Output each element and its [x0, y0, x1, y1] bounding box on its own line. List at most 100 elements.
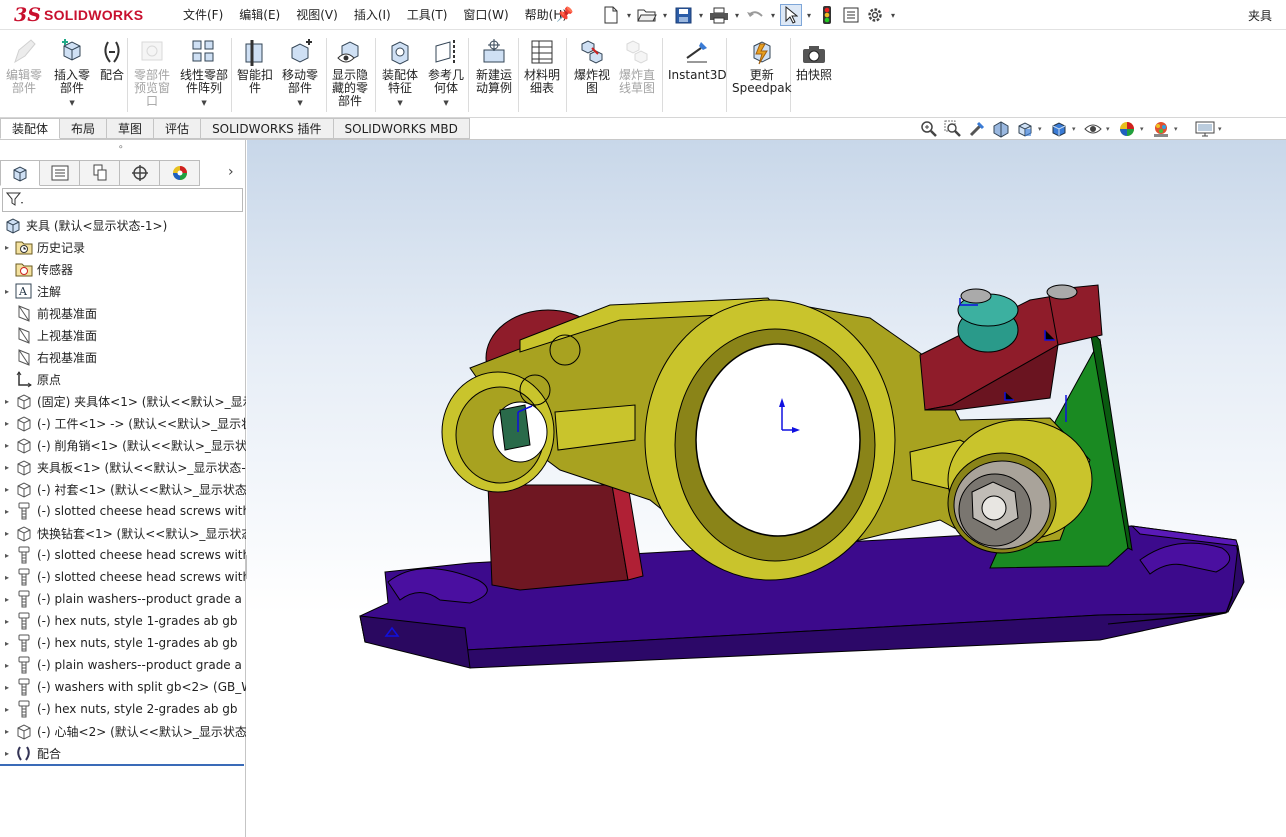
- tree-item[interactable]: ▸ 历史记录: [0, 236, 246, 258]
- expand-arrow-icon[interactable]: ▸: [0, 595, 14, 604]
- expand-arrow-icon[interactable]: ▸: [0, 485, 14, 494]
- menu-item[interactable]: 视图(V): [288, 6, 346, 23]
- move-component-button[interactable]: 移动零 部件 ▼: [282, 36, 318, 110]
- select-cursor-icon[interactable]: [780, 4, 802, 26]
- print-dropdown-icon[interactable]: ▾: [732, 11, 742, 20]
- linear-pattern-button[interactable]: 线性零部 件阵列 ▼: [180, 36, 228, 110]
- previous-view-icon[interactable]: [966, 119, 988, 139]
- tree-root-assembly[interactable]: 夹具 (默认<显示状态-1>): [0, 214, 246, 236]
- motion-study-button[interactable]: 新建运 动算例: [476, 36, 512, 95]
- expand-arrow-icon[interactable]: ▸: [0, 551, 14, 560]
- tab-1[interactable]: 布局: [60, 118, 108, 139]
- rebuild-traffic-light-icon[interactable]: [816, 4, 838, 26]
- explode-line-button[interactable]: 爆炸直 线草图: [619, 36, 655, 95]
- ribbon-dropdown-arrow-icon[interactable]: ▼: [54, 97, 90, 110]
- view-settings-dropdown-icon[interactable]: ▾: [1218, 125, 1226, 133]
- menu-item[interactable]: 工具(T): [399, 6, 456, 23]
- tree-item[interactable]: ▸ (-) 削角销<1> (默认<<默认>_显示状态: [0, 434, 246, 456]
- hide-show-dropdown-icon[interactable]: ▾: [1106, 125, 1114, 133]
- undo-dropdown-icon[interactable]: ▾: [768, 11, 778, 20]
- save-icon[interactable]: [672, 4, 694, 26]
- tree-item[interactable]: 上视基准面: [0, 324, 246, 346]
- ribbon-dropdown-arrow-icon[interactable]: ▼: [428, 97, 464, 110]
- graphics-area[interactable]: [247, 140, 1286, 837]
- tree-item[interactable]: ▸ (-) slotted cheese head screws with: [0, 544, 246, 566]
- expand-arrow-icon[interactable]: ▸: [0, 639, 14, 648]
- view-orientation-icon[interactable]: [1014, 119, 1036, 139]
- expand-arrow-icon[interactable]: ▸: [0, 705, 14, 714]
- expand-arrow-icon[interactable]: ▸: [0, 441, 14, 450]
- speedpak-button[interactable]: 更新 Speedpak: [732, 36, 792, 95]
- preview-window-button[interactable]: 零部件 预览窗口: [134, 36, 170, 108]
- ribbon-dropdown-arrow-icon[interactable]: ▼: [180, 97, 228, 110]
- expand-arrow-icon[interactable]: ▸: [0, 749, 14, 758]
- display-manager-tab-icon[interactable]: [160, 160, 200, 186]
- insert-component-button[interactable]: 插入零 部件 ▼: [54, 36, 90, 110]
- pin-icon[interactable]: 📌: [556, 7, 573, 23]
- tree-item[interactable]: 传感器: [0, 258, 246, 280]
- ribbon-dropdown-arrow-icon[interactable]: ▼: [282, 97, 318, 110]
- undo-icon[interactable]: [744, 4, 766, 26]
- options-dropdown-icon[interactable]: ▾: [888, 11, 898, 20]
- snapshot-button[interactable]: 拍快照: [796, 36, 832, 82]
- tree-item[interactable]: ▸ (-) plain washers--product grade a: [0, 588, 246, 610]
- file-properties-icon[interactable]: [840, 4, 862, 26]
- hide-show-items-icon[interactable]: [1082, 119, 1104, 139]
- ribbon-dropdown-arrow-icon[interactable]: ▼: [382, 97, 418, 110]
- tree-item[interactable]: ▸ (-) 衬套<1> (默认<<默认>_显示状态: [0, 478, 246, 500]
- tree-item[interactable]: ▸ (固定) 夹具体<1> (默认<<默认>_显示状态: [0, 390, 246, 412]
- show-hidden-button[interactable]: 显示隐 藏的零 部件: [332, 36, 368, 108]
- tree-item[interactable]: 原点: [0, 368, 246, 390]
- bom-button[interactable]: 材料明 细表: [524, 36, 560, 95]
- expand-arrow-icon[interactable]: ▸: [0, 287, 14, 296]
- solidworks-logo[interactable]: 3S SOLIDWORKS: [14, 4, 143, 26]
- edit-appearance-icon[interactable]: [1116, 119, 1138, 139]
- expand-arrow-icon[interactable]: ▸: [0, 507, 14, 516]
- expand-arrow-icon[interactable]: ▸: [0, 529, 14, 538]
- tab-0[interactable]: 装配体: [0, 118, 61, 139]
- tab-3[interactable]: 评估: [154, 118, 202, 139]
- tree-filter-box[interactable]: [2, 188, 243, 212]
- configuration-manager-tab-icon[interactable]: [80, 160, 120, 186]
- expand-arrow-icon[interactable]: ▸: [0, 419, 14, 428]
- expand-arrow-icon[interactable]: ▸: [0, 463, 14, 472]
- tree-item[interactable]: ▸ (-) 心轴<2> (默认<<默认>_显示状态: [0, 720, 246, 742]
- expand-arrow-icon[interactable]: ▸: [0, 243, 14, 252]
- panel-collapse-handle-icon[interactable]: ⚬: [117, 143, 125, 153]
- menu-item[interactable]: 编辑(E): [231, 6, 288, 23]
- expand-arrow-icon[interactable]: ▸: [0, 661, 14, 670]
- expand-arrow-icon[interactable]: ▸: [0, 397, 14, 406]
- filter-funnel-icon[interactable]: [5, 191, 24, 210]
- display-style-icon[interactable]: [1048, 119, 1070, 139]
- tree-item[interactable]: 前视基准面: [0, 302, 246, 324]
- options-gear-icon[interactable]: [864, 4, 886, 26]
- menu-item[interactable]: 窗口(W): [455, 6, 516, 23]
- expand-arrow-icon[interactable]: ▸: [0, 617, 14, 626]
- tab-5[interactable]: SOLIDWORKS MBD: [333, 118, 470, 139]
- tab-4[interactable]: SOLIDWORKS 插件: [201, 118, 334, 139]
- tree-item[interactable]: ▸ (-) hex nuts, style 1-grades ab gb: [0, 610, 246, 632]
- new-document-icon[interactable]: [600, 4, 622, 26]
- tree-item[interactable]: ▸ A 注解: [0, 280, 246, 302]
- save-dropdown-icon[interactable]: ▾: [696, 11, 706, 20]
- select-dropdown-icon[interactable]: ▾: [804, 11, 814, 20]
- smart-fasteners-button[interactable]: 智能扣件: [237, 36, 273, 95]
- tree-item[interactable]: ▸ (-) hex nuts, style 2-grades ab gb: [0, 698, 246, 720]
- assembly-feature-button[interactable]: 装配体 特征 ▼: [382, 36, 418, 110]
- section-view-icon[interactable]: [990, 119, 1012, 139]
- zoom-to-fit-icon[interactable]: [918, 119, 940, 139]
- tree-item[interactable]: ▸ (-) plain washers--product grade a: [0, 654, 246, 676]
- mate-button[interactable]: 配合: [100, 36, 124, 82]
- exploded-view-button[interactable]: 爆炸视图: [574, 36, 610, 95]
- dimxpert-manager-tab-icon[interactable]: [120, 160, 160, 186]
- tree-item[interactable]: ▸ 快换钻套<1> (默认<<默认>_显示状态: [0, 522, 246, 544]
- expand-arrow-icon[interactable]: ▸: [0, 727, 14, 736]
- tab-2[interactable]: 草图: [107, 118, 155, 139]
- panel-tabs-next-icon[interactable]: ›: [228, 164, 234, 180]
- menu-item[interactable]: 插入(I): [346, 6, 399, 23]
- display-style-dropdown-icon[interactable]: ▾: [1072, 125, 1080, 133]
- tree-item[interactable]: ▸ 夹具板<1> (默认<<默认>_显示状态-1>): [0, 456, 246, 478]
- tree-item[interactable]: ▸ (-) hex nuts, style 1-grades ab gb: [0, 632, 246, 654]
- tree-item[interactable]: ▸ (-) washers with split gb<2> (GB_W: [0, 676, 246, 698]
- assembly-model[interactable]: [247, 140, 1286, 837]
